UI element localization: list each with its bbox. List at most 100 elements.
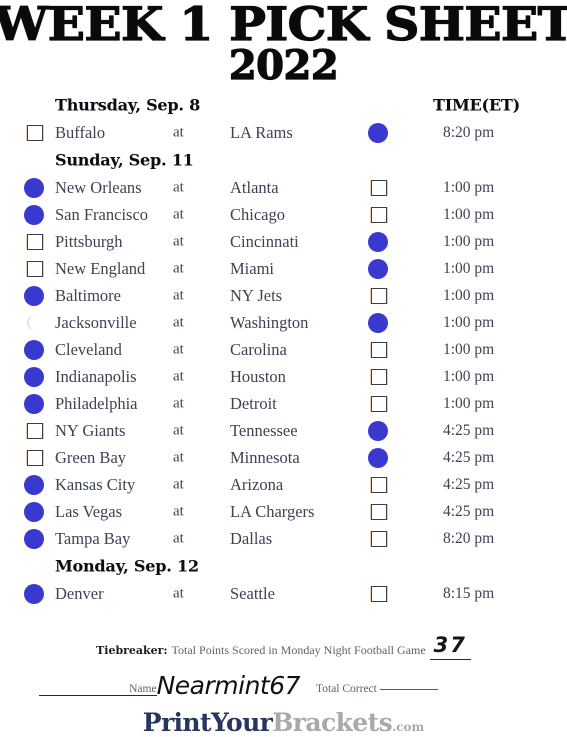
game-time: 4:25 pm bbox=[443, 502, 495, 520]
away-pick-selected[interactable] bbox=[24, 366, 44, 387]
away-pick-checkbox[interactable] bbox=[27, 233, 43, 250]
home-pick-empty[interactable] bbox=[371, 287, 387, 304]
home-team-name: LA Rams bbox=[230, 122, 293, 142]
name-row: NameNearmint67 Total Correct bbox=[0, 669, 567, 700]
home-pick-checkbox[interactable] bbox=[371, 287, 387, 304]
away-pick-checkbox[interactable] bbox=[27, 449, 43, 466]
away-pick-empty[interactable] bbox=[27, 124, 43, 141]
home-pick-selected[interactable] bbox=[368, 447, 388, 468]
game-time: 1:00 pm bbox=[443, 178, 495, 196]
tiebreaker-input[interactable]: 37 bbox=[429, 633, 471, 660]
home-pick-checkbox[interactable] bbox=[368, 231, 388, 252]
game-row: Green Bay at Minnesota 4:25 pm bbox=[0, 444, 567, 471]
away-pick-checkbox[interactable] bbox=[24, 501, 44, 522]
away-pick-empty[interactable] bbox=[27, 260, 43, 277]
game-row: New Orleans at Atlanta 1:00 pm bbox=[0, 174, 567, 201]
title-line-1: WEEK 1 PICK SHEET bbox=[0, 0, 567, 51]
away-pick-checkbox[interactable] bbox=[27, 124, 43, 141]
at-separator: at bbox=[173, 206, 184, 223]
away-pick-empty[interactable] bbox=[27, 314, 44, 331]
home-pick-checkbox[interactable] bbox=[371, 341, 387, 358]
home-pick-checkbox[interactable] bbox=[371, 585, 387, 602]
away-pick-checkbox[interactable] bbox=[27, 422, 43, 439]
away-pick-checkbox[interactable] bbox=[24, 339, 44, 360]
home-pick-selected[interactable] bbox=[368, 312, 388, 333]
away-pick-selected[interactable] bbox=[24, 339, 44, 360]
home-pick-empty[interactable] bbox=[371, 395, 387, 412]
home-pick-checkbox[interactable] bbox=[368, 420, 388, 441]
home-team-name: Minnesota bbox=[230, 447, 300, 467]
game-row: Pittsburgh at Cincinnati 1:00 pm bbox=[0, 228, 567, 255]
home-pick-empty[interactable] bbox=[371, 530, 387, 547]
away-pick-checkbox[interactable] bbox=[24, 474, 44, 495]
away-pick-checkbox[interactable] bbox=[27, 314, 44, 331]
away-team-name: Tampa Bay bbox=[55, 528, 131, 548]
away-team-name: Baltimore bbox=[55, 285, 121, 305]
away-pick-checkbox[interactable] bbox=[24, 177, 44, 198]
at-separator: at bbox=[173, 179, 184, 196]
at-separator: at bbox=[173, 395, 184, 412]
away-pick-selected[interactable] bbox=[24, 528, 44, 549]
home-pick-checkbox[interactable] bbox=[368, 447, 388, 468]
away-team-name: Philadelphia bbox=[55, 393, 138, 413]
away-pick-selected[interactable] bbox=[24, 501, 44, 522]
away-pick-selected[interactable] bbox=[24, 204, 44, 225]
at-separator: at bbox=[173, 341, 184, 358]
home-pick-empty[interactable] bbox=[371, 503, 387, 520]
away-pick-empty[interactable] bbox=[27, 233, 43, 250]
total-correct-input[interactable] bbox=[379, 689, 438, 690]
game-time: 1:00 pm bbox=[443, 259, 495, 277]
away-pick-checkbox[interactable] bbox=[24, 204, 44, 225]
home-pick-checkbox[interactable] bbox=[368, 122, 388, 143]
away-pick-checkbox[interactable] bbox=[24, 583, 44, 604]
away-pick-selected[interactable] bbox=[24, 177, 44, 198]
away-pick-checkbox[interactable] bbox=[24, 366, 44, 387]
home-pick-checkbox[interactable] bbox=[371, 206, 387, 223]
home-pick-checkbox[interactable] bbox=[368, 258, 388, 279]
home-pick-checkbox[interactable] bbox=[368, 312, 388, 333]
tiebreaker-description: Total Points Scored in Monday Night Foot… bbox=[171, 643, 426, 657]
logo-tld-text: .com bbox=[392, 720, 425, 734]
name-value[interactable]: Nearmint67 bbox=[157, 671, 301, 700]
home-pick-selected[interactable] bbox=[368, 122, 388, 143]
home-pick-empty[interactable] bbox=[371, 341, 387, 358]
away-pick-selected[interactable] bbox=[24, 583, 44, 604]
home-pick-checkbox[interactable] bbox=[371, 503, 387, 520]
at-separator: at bbox=[173, 260, 184, 277]
home-pick-empty[interactable] bbox=[371, 368, 387, 385]
away-pick-checkbox[interactable] bbox=[24, 393, 44, 414]
total-correct-label: Total Correct bbox=[316, 683, 377, 695]
home-pick-checkbox[interactable] bbox=[371, 476, 387, 493]
sheet-footer: Tiebreaker: Total Points Scored in Monda… bbox=[0, 633, 567, 737]
game-time: 1:00 pm bbox=[443, 340, 495, 358]
home-pick-checkbox[interactable] bbox=[371, 179, 387, 196]
home-pick-empty[interactable] bbox=[371, 206, 387, 223]
home-pick-selected[interactable] bbox=[368, 231, 388, 252]
away-pick-checkbox[interactable] bbox=[24, 285, 44, 306]
at-separator: at bbox=[173, 449, 184, 466]
home-pick-empty[interactable] bbox=[371, 179, 387, 196]
logo-primary-text: PrintYour bbox=[142, 708, 273, 737]
game-time: 1:00 pm bbox=[443, 367, 495, 385]
away-pick-selected[interactable] bbox=[24, 285, 44, 306]
day-heading: Monday, Sep. 12 bbox=[55, 556, 199, 576]
game-row: Indianapolis at Houston 1:00 pm bbox=[0, 363, 567, 390]
home-pick-selected[interactable] bbox=[368, 420, 388, 441]
home-pick-selected[interactable] bbox=[368, 258, 388, 279]
game-row: Las Vegas at LA Chargers 4:25 pm bbox=[0, 498, 567, 525]
away-pick-checkbox[interactable] bbox=[24, 528, 44, 549]
home-pick-empty[interactable] bbox=[371, 585, 387, 602]
home-pick-checkbox[interactable] bbox=[371, 368, 387, 385]
home-pick-checkbox[interactable] bbox=[371, 530, 387, 547]
away-pick-empty[interactable] bbox=[27, 422, 43, 439]
away-pick-empty[interactable] bbox=[27, 449, 43, 466]
away-pick-checkbox[interactable] bbox=[27, 260, 43, 277]
home-team-name: Seattle bbox=[230, 583, 275, 603]
pick-sheet: Thursday, Sep. 8 TIME(ET) Buffalo at LA Rams… bbox=[0, 91, 567, 607]
away-team-name: Las Vegas bbox=[55, 501, 123, 521]
home-team-name: Cincinnati bbox=[230, 231, 299, 251]
away-pick-selected[interactable] bbox=[24, 474, 44, 495]
home-pick-empty[interactable] bbox=[371, 476, 387, 493]
home-pick-checkbox[interactable] bbox=[371, 395, 387, 412]
away-pick-selected[interactable] bbox=[24, 393, 44, 414]
